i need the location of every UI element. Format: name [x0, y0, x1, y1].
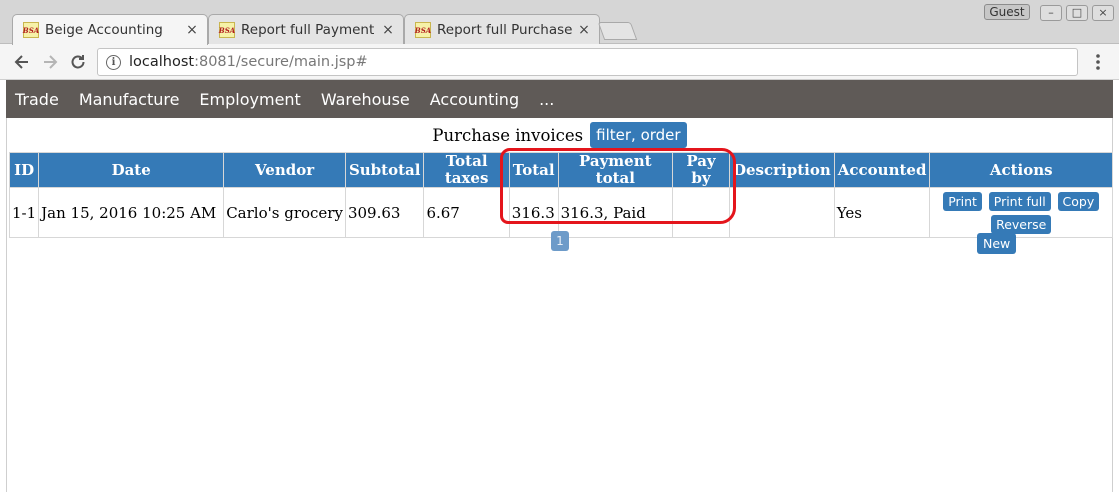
- column-header-actions: Actions: [929, 152, 1113, 188]
- tab-report-full-payment[interactable]: BSA Report full Payment ×: [208, 14, 404, 45]
- cell-id: 1-1: [8, 187, 40, 238]
- address-bar[interactable]: i localhost:8081/secure/main.jsp#: [97, 48, 1078, 76]
- info-icon[interactable]: i: [106, 54, 121, 70]
- column-header-total: Total: [508, 152, 559, 188]
- pagination-page-1[interactable]: 1: [551, 231, 569, 251]
- table-header-row: ID Date Vendor Subtotal Total taxes Tota…: [8, 152, 1113, 188]
- menu-item-manufacture[interactable]: Manufacture: [79, 90, 180, 109]
- menu-item-employment[interactable]: Employment: [199, 90, 300, 109]
- back-arrow-icon[interactable]: [10, 50, 34, 74]
- tab-title: Report full Payment: [241, 22, 375, 38]
- tab-beige-accounting[interactable]: BSA Beige Accounting ×: [12, 14, 208, 45]
- cell-payment-total: 316.3, Paid: [557, 187, 673, 238]
- cell-pay-by: [671, 187, 731, 238]
- minimize-window-button[interactable]: –: [1040, 5, 1062, 21]
- column-header-accounted: Accounted: [833, 152, 931, 188]
- reload-icon[interactable]: [66, 50, 90, 74]
- new-invoice-button[interactable]: New: [977, 233, 1017, 254]
- column-header-total-taxes: Total taxes: [423, 152, 510, 188]
- tab-report-full-purchase[interactable]: BSA Report full Purchase ×: [404, 14, 600, 45]
- column-header-description: Description: [729, 152, 835, 188]
- menu-item-accounting[interactable]: Accounting: [430, 90, 519, 109]
- cell-date: Jan 15, 2016 10:25 AM: [38, 187, 225, 238]
- maximize-window-button[interactable]: □: [1066, 5, 1088, 21]
- menu-item-more[interactable]: ...: [539, 90, 554, 109]
- copy-button[interactable]: Copy: [1057, 191, 1100, 211]
- cell-actions: Print Print full Copy Reverse: [929, 187, 1113, 238]
- app-main-menu: Trade Manufacture Employment Warehouse A…: [6, 80, 1113, 118]
- bsa-favicon-icon: BSA: [23, 22, 39, 38]
- cell-subtotal: 309.63: [344, 187, 425, 238]
- address-path: :8081/secure/main.jsp#: [194, 54, 368, 70]
- profile-guest-badge[interactable]: Guest: [984, 4, 1030, 20]
- column-header-pay-by: Pay by: [671, 152, 731, 188]
- browser-tab-strip: BSA Beige Accounting × BSA Report full P…: [0, 0, 1119, 45]
- close-window-button[interactable]: ×: [1092, 5, 1114, 21]
- print-button[interactable]: Print: [943, 191, 982, 211]
- close-tab-icon[interactable]: ×: [183, 22, 201, 38]
- bsa-favicon-icon: BSA: [219, 22, 235, 38]
- cell-total-taxes: 6.67: [423, 187, 510, 238]
- column-header-payment-total: Payment total: [557, 152, 673, 188]
- filter-order-button[interactable]: filter, order: [590, 122, 687, 148]
- cell-total: 316.3: [508, 187, 559, 238]
- menu-item-trade[interactable]: Trade: [15, 90, 59, 109]
- new-tab-button[interactable]: [597, 22, 638, 40]
- reverse-button[interactable]: Reverse: [991, 214, 1052, 234]
- bsa-favicon-icon: BSA: [415, 22, 431, 38]
- browser-toolbar: i localhost:8081/secure/main.jsp#: [0, 44, 1119, 80]
- column-header-subtotal: Subtotal: [344, 152, 425, 188]
- close-tab-icon[interactable]: ×: [575, 22, 593, 38]
- purchase-invoices-table: ID Date Vendor Subtotal Total taxes Tota…: [8, 152, 1113, 238]
- kebab-menu-icon[interactable]: [1088, 50, 1108, 74]
- heading-row: Purchase invoices filter, order: [7, 122, 1112, 148]
- column-header-date: Date: [38, 152, 225, 188]
- tab-title: Beige Accounting: [45, 22, 163, 38]
- page-title: Purchase invoices: [432, 125, 584, 145]
- forward-arrow-icon[interactable]: [38, 50, 62, 74]
- column-header-id: ID: [8, 152, 40, 188]
- main-content: Purchase invoices filter, order ID Date …: [6, 118, 1113, 492]
- cell-description: [729, 187, 835, 238]
- table-row: 1-1 Jan 15, 2016 10:25 AM Carlo's grocer…: [8, 187, 1113, 238]
- print-full-button[interactable]: Print full: [988, 191, 1051, 211]
- address-host: localhost: [129, 54, 195, 70]
- cell-vendor: Carlo's grocery: [223, 187, 346, 238]
- close-tab-icon[interactable]: ×: [379, 22, 397, 38]
- cell-accounted: Yes: [833, 187, 931, 238]
- column-header-vendor: Vendor: [223, 152, 346, 188]
- menu-item-warehouse[interactable]: Warehouse: [321, 90, 410, 109]
- tab-title: Report full Purchase: [437, 22, 573, 38]
